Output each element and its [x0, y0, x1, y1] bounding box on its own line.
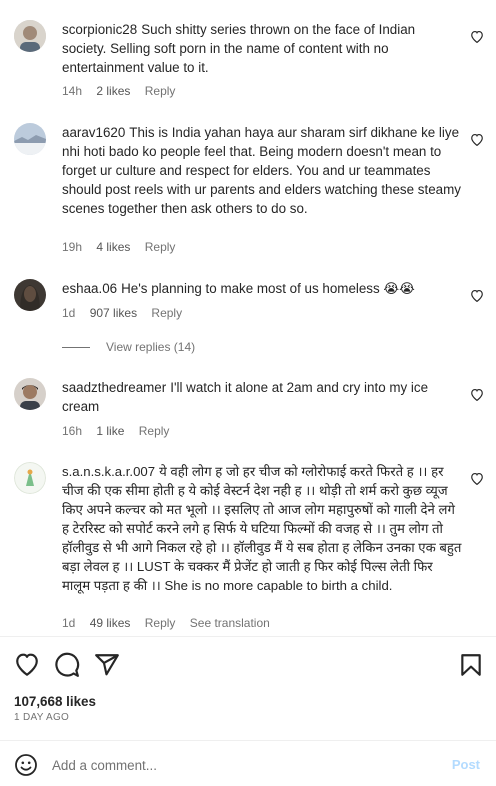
avatar[interactable] — [14, 462, 46, 494]
reply-button[interactable]: Reply — [151, 306, 182, 320]
comment-time: 14h — [62, 84, 83, 98]
reply-button[interactable]: Reply — [145, 240, 176, 254]
avatar[interactable] — [14, 123, 46, 155]
add-comment-bar: Post — [0, 740, 496, 786]
avatar[interactable] — [14, 20, 46, 52]
comment-meta: 16h 1 like Reply — [62, 424, 180, 438]
save-bookmark-icon[interactable] — [458, 652, 484, 678]
heart-icon[interactable] — [470, 30, 484, 43]
avatar[interactable] — [14, 279, 46, 311]
comment-meta: 14h 2 likes Reply — [62, 84, 186, 98]
comment-icon[interactable] — [54, 652, 80, 678]
comment-text: s.a.n.s.k.a.r.007 ये वही लोग ह जो हर चीज … — [62, 462, 462, 595]
share-icon[interactable] — [94, 652, 120, 678]
comment-time: 16h — [62, 424, 83, 438]
comment-likes[interactable]: 4 likes — [96, 240, 130, 254]
like-icon[interactable] — [14, 652, 40, 678]
comment-time: 1d — [62, 616, 76, 630]
reply-button[interactable]: Reply — [145, 616, 176, 630]
comment-likes[interactable]: 907 likes — [90, 306, 137, 320]
comment-username[interactable]: aarav1620 — [62, 125, 125, 140]
reply-button[interactable]: Reply — [145, 84, 176, 98]
heart-icon[interactable] — [470, 472, 484, 485]
reply-button[interactable]: Reply — [139, 424, 170, 438]
post-likes-count[interactable]: 107,668 likes — [14, 694, 96, 709]
view-replies-line — [62, 346, 90, 348]
emoji-icon[interactable] — [14, 753, 38, 777]
comment-likes[interactable]: 1 like — [96, 424, 124, 438]
avatar[interactable] — [14, 378, 46, 410]
comment-text: saadzthedreamer I'll watch it alone at 2a… — [62, 378, 462, 416]
comment-text: scorpionic28 Such shitty series thrown on… — [62, 20, 462, 77]
comment-username[interactable]: eshaa.06 — [62, 281, 117, 296]
heart-icon[interactable] — [470, 133, 484, 146]
comment-meta: 1d 49 likes Reply See translation — [62, 616, 281, 630]
comment-username[interactable]: saadzthedreamer — [62, 380, 166, 395]
comment-body: ये वही लोग ह जो हर चीज को ग्लोरोफाई करते… — [62, 464, 462, 593]
post-date: 1 DAY AGO — [14, 712, 70, 723]
see-translation-button[interactable]: See translation — [190, 616, 270, 630]
heart-icon[interactable] — [470, 289, 484, 302]
add-comment-input[interactable] — [52, 753, 422, 777]
comment-time: 19h — [62, 240, 83, 254]
comment-likes[interactable]: 49 likes — [90, 616, 131, 630]
comment-body: He's planning to make most of us homeles… — [121, 281, 415, 296]
view-replies-label: View replies (14) — [106, 340, 196, 354]
action-bar-divider — [0, 636, 496, 637]
comment-meta: 1d 907 likes Reply — [62, 306, 193, 320]
comment-username[interactable]: s.a.n.s.k.a.r.007 — [62, 464, 155, 479]
comment-username[interactable]: scorpionic28 — [62, 22, 137, 37]
comment-time: 1d — [62, 306, 76, 320]
comment-text: aarav1620 This is India yahan haya aur sh… — [62, 123, 462, 218]
comment-text: eshaa.06 He's planning to make most of us… — [62, 279, 462, 298]
comment-likes[interactable]: 2 likes — [96, 84, 130, 98]
post-comment-button[interactable]: Post — [452, 757, 480, 772]
comment-meta: 19h 4 likes Reply — [62, 240, 186, 254]
heart-icon[interactable] — [470, 388, 484, 401]
view-replies-button[interactable]: View replies (14) — [62, 340, 195, 354]
